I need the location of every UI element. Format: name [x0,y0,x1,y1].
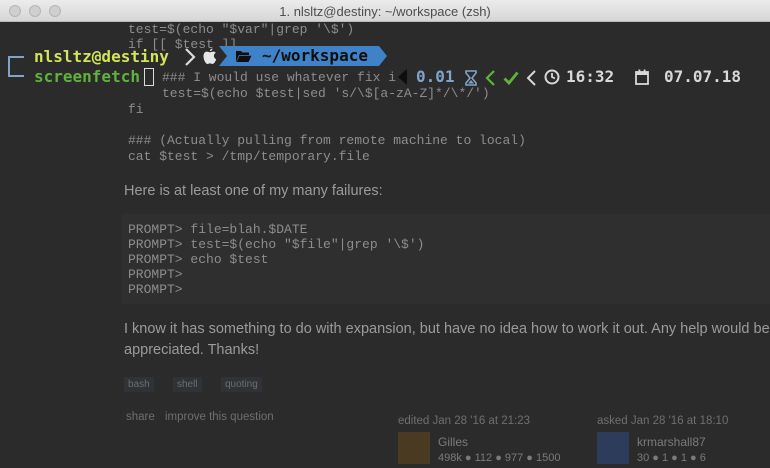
failure-code: PROMPT> file=blah.$DATE PROMPT> test=$(e… [128,222,425,297]
editor-stats: 498k ● 112 ● 977 ● 1500 [438,452,561,464]
check-icon [503,71,519,86]
code-fi: fi [128,102,144,117]
apple-icon [203,48,217,64]
failure-intro-text: Here is at least one of my many failures… [124,183,383,199]
prompt-path: ~/workspace [262,46,368,65]
calendar-icon [635,69,649,85]
path-segment-right-arrow [379,46,387,66]
clock-icon [544,69,560,85]
asker-name[interactable]: krmarshall87 [637,435,706,449]
code-cat-line: cat $test > /tmp/temporary.file [128,149,370,164]
code-comment-pull: ### (Actually pulling from remote machin… [128,133,526,148]
expansion-text: I know it has something to do with expan… [124,321,770,358]
prompt-bracket-top [8,56,24,66]
path-segment-left-arrow [219,46,227,66]
terminal-background: test=$(echo "$var"|grep '\$') if [[ $tes… [0,22,770,468]
asker-stats: 30 ● 1 ● 1 ● 6 [637,452,706,464]
left-chevron-icon [485,70,495,86]
clock-time: 16:32 [566,67,615,86]
improve-question-link[interactable]: improve this question [165,411,274,423]
asked-meta: asked Jan 28 '16 at 18:10 [597,415,729,427]
prompt-command: screenfetch [34,67,140,86]
calendar-date: 07.07.18 [664,67,742,86]
folder-open-icon [236,51,252,62]
tag-quoting[interactable]: quoting [221,377,262,392]
code-comment-fix: ### I would use whatever fix i [162,70,397,85]
path-segment: ~/workspace [227,46,379,66]
editor-name[interactable]: Gilles [438,435,468,449]
hourglass-icon [465,70,477,86]
code-sed-line: test=$(echo $test|sed 's/\$[a-zA-Z]*/\*/… [162,86,490,101]
asker-avatar[interactable] [597,432,629,464]
terminal-cursor [144,68,154,86]
window-title: 1. nlsltz@destiny: ~/workspace (zsh) [279,4,491,19]
edited-meta: edited Jan 28 '16 at 21:23 [398,415,530,427]
exec-time: 0.01 [416,67,455,86]
separator-chevron-icon [185,48,196,66]
editor-avatar[interactable] [398,432,430,464]
prompt-user-host: nlsltz@destiny [34,47,169,66]
prompt-bracket-bottom [8,66,24,77]
tag-bash[interactable]: bash [124,377,154,392]
left-separator-icon [398,69,407,85]
share-link[interactable]: share [126,411,155,423]
tag-shell[interactable]: shell [173,377,202,392]
window-titlebar: 1. nlsltz@destiny: ~/workspace (zsh) [0,0,770,22]
left-chevron-icon-2 [526,70,536,86]
